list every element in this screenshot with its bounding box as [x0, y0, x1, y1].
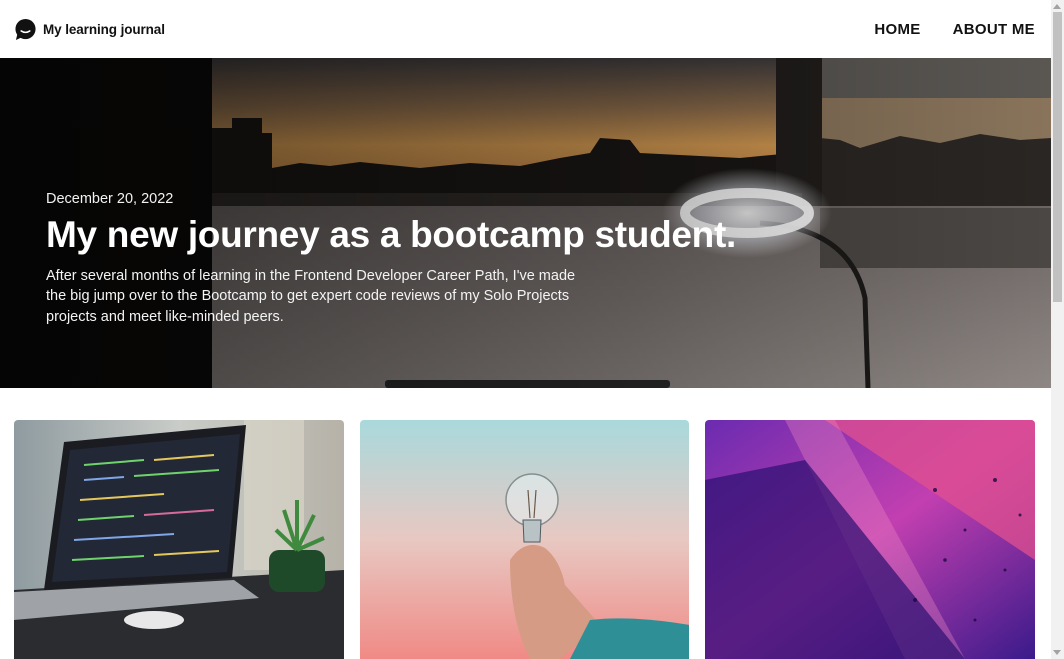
post-cards	[14, 420, 1036, 659]
scroll-down-icon[interactable]	[1053, 650, 1061, 655]
card-image-purple	[705, 420, 1036, 659]
site-header: My learning journal HOME ABOUT ME	[0, 0, 1051, 58]
speech-bubble-icon	[15, 18, 36, 40]
brand-name: My learning journal	[43, 21, 165, 37]
nav-home-link[interactable]: HOME	[874, 21, 920, 38]
post-card[interactable]	[705, 420, 1036, 659]
main-nav: HOME ABOUT ME	[874, 21, 1035, 38]
hero-text: December 20, 2022 My new journey as a bo…	[46, 191, 766, 327]
post-card[interactable]	[14, 420, 344, 659]
page-scrollbar[interactable]	[1051, 0, 1064, 659]
scroll-up-icon[interactable]	[1053, 4, 1061, 9]
hero-title[interactable]: My new journey as a bootcamp student.	[46, 214, 766, 256]
hero-body: After several months of learning in the …	[46, 267, 576, 325]
hero-banner[interactable]: December 20, 2022 My new journey as a bo…	[0, 58, 1051, 388]
nav-about-link[interactable]: ABOUT ME	[953, 21, 1035, 38]
hero-date: December 20, 2022	[46, 191, 174, 207]
brand[interactable]: My learning journal	[14, 18, 165, 41]
card-image-lightbulb	[359, 420, 690, 659]
card-image-laptop	[14, 420, 344, 659]
scroll-thumb[interactable]	[1053, 12, 1062, 302]
post-card[interactable]	[359, 420, 690, 659]
